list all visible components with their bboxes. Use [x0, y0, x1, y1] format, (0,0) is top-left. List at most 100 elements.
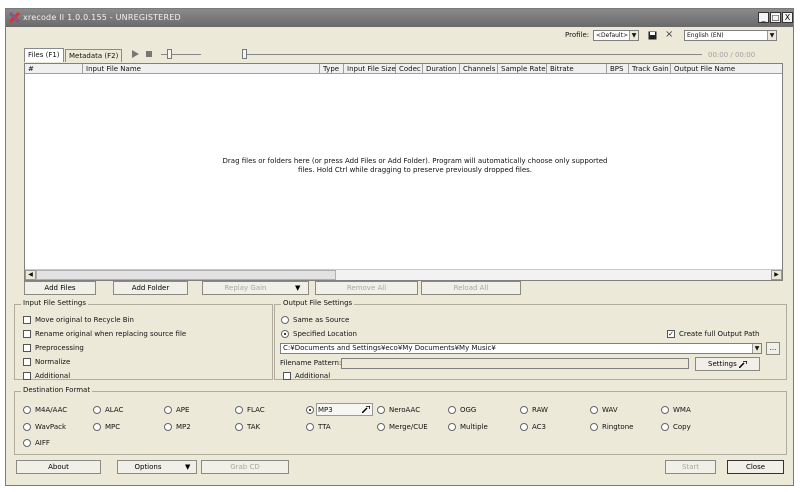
normalize-label: Normalize [35, 358, 71, 366]
input-additional-checkbox[interactable] [23, 372, 31, 380]
format-radio-multiple[interactable] [448, 423, 456, 431]
format-label-aiff: AIFF [35, 439, 50, 447]
format-radio-ac3[interactable] [520, 423, 528, 431]
replay-gain-button[interactable]: Replay Gain ▼ [202, 281, 309, 295]
save-profile-icon[interactable] [648, 31, 657, 40]
format-radio-wav[interactable] [590, 406, 598, 414]
create-full-path-checkbox[interactable]: ✓ [667, 330, 675, 338]
delete-profile-icon[interactable]: × [665, 29, 673, 40]
format-radio-ape[interactable] [164, 406, 172, 414]
seek-slider-track[interactable] [242, 54, 702, 55]
seek-slider-thumb[interactable] [242, 49, 247, 59]
drop-hint: Drag files or folders here (or press Add… [215, 157, 615, 175]
column-number[interactable]: # [25, 64, 83, 74]
options-button[interactable]: Options ▼ [117, 460, 197, 474]
preprocessing-checkbox[interactable] [23, 344, 31, 352]
column-duration[interactable]: Duration [423, 64, 460, 74]
format-settings-wrench-icon[interactable] [362, 406, 370, 413]
output-path-select[interactable]: C:¥Documents and Settings¥eco¥My Documen… [280, 343, 762, 354]
add-files-button[interactable]: Add Files [24, 281, 96, 295]
output-file-settings-group: Output File Settings Same as Source Spec… [274, 299, 787, 380]
chevron-down-icon: ▼ [295, 284, 301, 292]
format-label-multiple: Multiple [460, 423, 488, 431]
wrench-icon [738, 359, 748, 369]
format-label-neroaac: NeroAAC [389, 406, 421, 414]
format-radio-tta[interactable] [306, 423, 314, 431]
format-radio-ringtone[interactable] [590, 423, 598, 431]
format-label-tta: TTA [318, 423, 331, 431]
column-sample-rate[interactable]: Sample Rate [498, 64, 547, 74]
column-input-file-size[interactable]: Input File Size [344, 64, 396, 74]
format-radio-mp3[interactable] [306, 406, 314, 414]
format-radio-m4a-aac[interactable] [23, 406, 31, 414]
browse-button[interactable]: ... [766, 342, 780, 355]
format-radio-raw[interactable] [520, 406, 528, 414]
same-as-source-radio[interactable] [281, 316, 289, 324]
format-radio-copy[interactable] [661, 423, 669, 431]
format-label-mp2: MP2 [176, 423, 191, 431]
horizontal-scrollbar[interactable]: ◀ ▶ [25, 269, 782, 280]
specified-location-label: Specified Location [293, 330, 357, 338]
move-to-recycle-checkbox[interactable] [23, 316, 31, 324]
format-radio-wma[interactable] [661, 406, 669, 414]
add-folder-button[interactable]: Add Folder [113, 281, 188, 295]
scroll-left-icon[interactable]: ◀ [25, 270, 36, 280]
create-full-path-label: Create full Output Path [679, 330, 760, 338]
volume-slider-thumb[interactable] [167, 49, 172, 59]
profile-select[interactable]: <Default> ▼ [593, 30, 639, 41]
format-label-mpc: MPC [105, 423, 121, 431]
filename-pattern-input[interactable] [341, 358, 689, 369]
scrollbar-thumb[interactable] [36, 270, 336, 280]
format-radio-neroaac[interactable] [377, 406, 385, 414]
format-radio-flac[interactable] [235, 406, 243, 414]
column-track-gain[interactable]: Track Gain [629, 64, 671, 74]
column-codec[interactable]: Codec [396, 64, 423, 74]
column-type[interactable]: Type [320, 64, 344, 74]
column-bps[interactable]: BPS [607, 64, 629, 74]
format-radio-tak[interactable] [235, 423, 243, 431]
close-button[interactable]: Close [727, 460, 784, 474]
close-window-button[interactable]: X [782, 12, 793, 23]
chevron-down-icon: ▼ [185, 463, 191, 471]
chevron-down-icon: ▼ [752, 344, 761, 353]
column-input-file-name[interactable]: Input File Name [83, 64, 320, 74]
rename-original-checkbox[interactable] [23, 330, 31, 338]
specified-location-radio[interactable] [281, 330, 289, 338]
about-button[interactable]: About [16, 460, 101, 474]
normalize-checkbox[interactable] [23, 358, 31, 366]
format-label-copy: Copy [673, 423, 691, 431]
move-to-recycle-label: Move original to Recycle Bin [35, 316, 134, 324]
replay-gain-label: Replay Gain [224, 284, 267, 292]
grab-cd-button[interactable]: Grab CD [201, 460, 289, 474]
maximize-button[interactable]: □ [770, 12, 781, 23]
format-label-wavpack: WavPack [35, 423, 67, 431]
minimize-button[interactable]: _ [758, 12, 769, 23]
scroll-right-icon[interactable]: ▶ [771, 270, 782, 280]
format-radio-mpc[interactable] [93, 423, 101, 431]
file-list[interactable]: # Input File Name Type Input File Size C… [24, 63, 783, 281]
drop-hint-line-1: Drag files or folders here (or press Add… [222, 157, 608, 165]
stop-icon[interactable] [146, 51, 152, 57]
reload-all-button[interactable]: Reload All [421, 281, 521, 295]
format-radio-aiff[interactable] [23, 439, 31, 447]
play-icon[interactable] [132, 50, 139, 58]
settings-button[interactable]: Settings [695, 357, 760, 371]
format-radio-mp2[interactable] [164, 423, 172, 431]
format-radio-alac[interactable] [93, 406, 101, 414]
column-output-file-name[interactable]: Output File Name [671, 64, 782, 74]
format-radio-merge-cue[interactable] [377, 423, 385, 431]
format-label-ape: APE [176, 406, 190, 414]
start-button[interactable]: Start [665, 460, 716, 474]
format-radio-ogg[interactable] [448, 406, 456, 414]
tab-metadata[interactable]: Metadata (F2) [65, 49, 123, 62]
remove-all-button[interactable]: Remove All [315, 281, 418, 295]
output-additional-checkbox[interactable] [283, 372, 291, 380]
language-select[interactable]: English (EN) ▼ [684, 30, 777, 41]
column-bitrate[interactable]: Bitrate [547, 64, 607, 74]
column-channels[interactable]: Channels [460, 64, 498, 74]
output-additional-label: Additional [295, 372, 331, 380]
input-file-settings-title: Input File Settings [21, 299, 88, 307]
format-radio-wavpack[interactable] [23, 423, 31, 431]
time-display: 00:00 / 00:00 [708, 51, 756, 59]
tab-files[interactable]: Files (F1) [24, 48, 64, 62]
